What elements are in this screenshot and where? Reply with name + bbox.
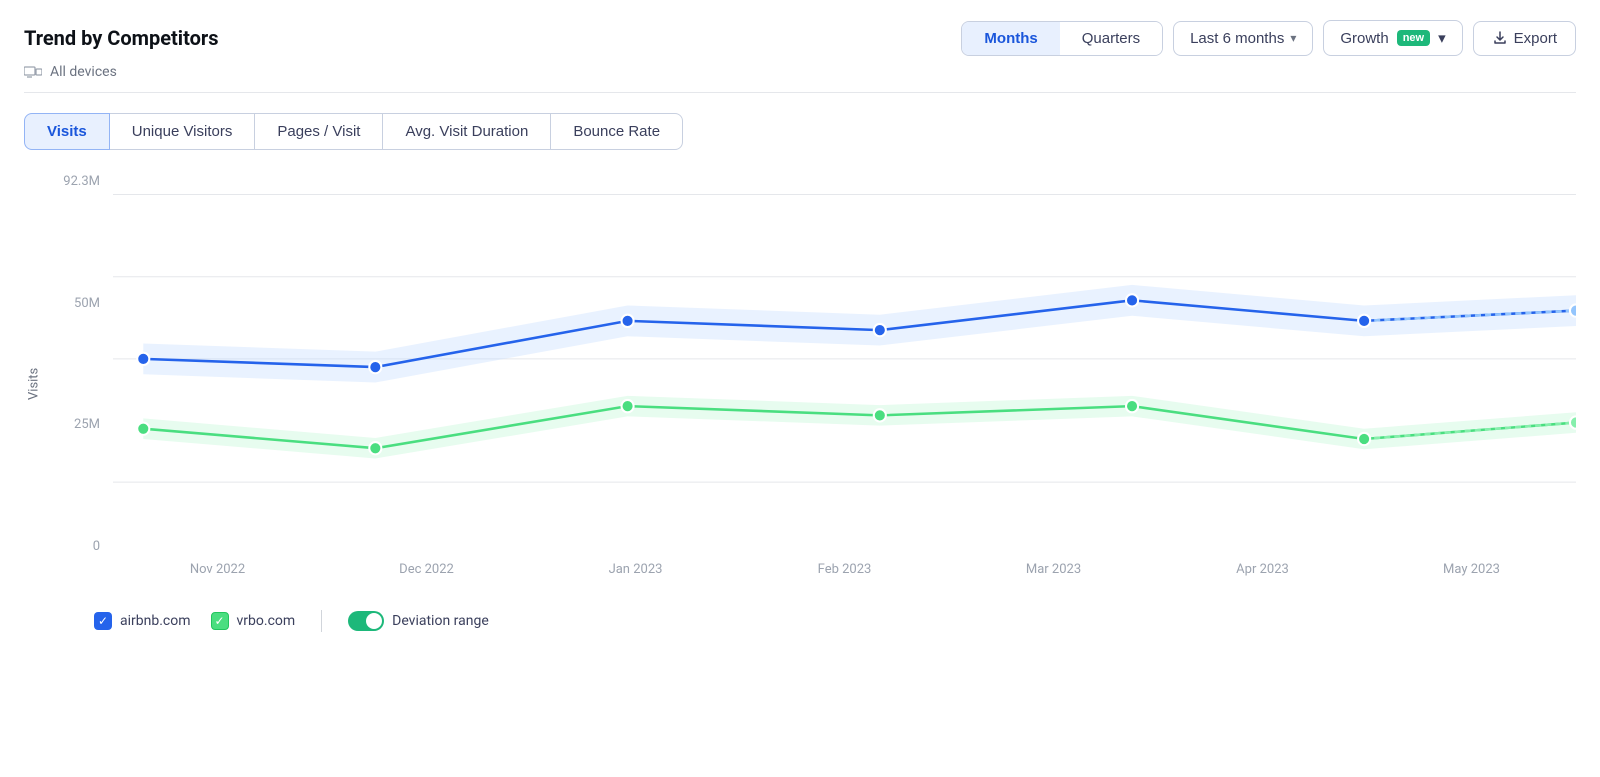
legend-divider [321, 610, 322, 632]
last-months-dropdown[interactable]: Last 6 months ▾ [1173, 21, 1313, 56]
vrbo-checkbox[interactable]: ✓ [211, 612, 229, 630]
y-label-25: 25M [48, 417, 108, 432]
legend-airbnb: ✓ airbnb.com [94, 612, 191, 630]
tab-visits[interactable]: Visits [24, 113, 110, 150]
deviation-label: Deviation range [392, 613, 489, 629]
subtitle-row: All devices [24, 64, 1576, 80]
export-button[interactable]: Export [1473, 21, 1576, 56]
toggle-knob [366, 613, 382, 629]
airbnb-label: airbnb.com [120, 613, 191, 629]
chevron-down-icon: ▾ [1290, 31, 1296, 45]
quarters-button[interactable]: Quarters [1060, 22, 1162, 55]
vrbo-label: vrbo.com [237, 613, 296, 629]
y-axis-labels: 92.3M 50M 25M 0 [48, 174, 108, 554]
header-controls: Months Quarters Last 6 months ▾ Growth n… [961, 20, 1576, 56]
x-label-jan: Jan 2023 [576, 562, 696, 577]
chart-plot [113, 174, 1576, 554]
x-label-dec: Dec 2022 [367, 562, 487, 577]
tab-avg-visit-duration[interactable]: Avg. Visit Duration [382, 113, 551, 150]
y-label-50: 50M [48, 296, 108, 311]
devices-icon [24, 65, 42, 79]
legend-vrbo: ✓ vrbo.com [211, 612, 296, 630]
page-header: Trend by Competitors Months Quarters Las… [24, 20, 1576, 56]
tab-pages-per-visit[interactable]: Pages / Visit [254, 113, 383, 150]
months-button[interactable]: Months [962, 22, 1059, 55]
y-label-0: 0 [48, 539, 108, 554]
period-toggle: Months Quarters [961, 21, 1163, 56]
page-title: Trend by Competitors [24, 26, 219, 50]
new-badge: new [1397, 30, 1430, 46]
x-label-mar: Mar 2023 [994, 562, 1114, 577]
metric-tabs: Visits Unique Visitors Pages / Visit Avg… [24, 113, 1576, 150]
header-divider [24, 92, 1576, 93]
all-devices-label: All devices [50, 64, 117, 80]
export-icon [1492, 30, 1508, 46]
y-label-92: 92.3M [48, 174, 108, 189]
tab-bounce-rate[interactable]: Bounce Rate [550, 113, 683, 150]
chart-area: Visits 92.3M 50M 25M 0 [24, 174, 1576, 594]
chart-inner: 92.3M 50M 25M 0 [48, 174, 1576, 594]
y-axis-label: Visits [24, 174, 44, 594]
x-label-nov: Nov 2022 [158, 562, 278, 577]
deviation-toggle[interactable] [348, 611, 384, 631]
x-label-feb: Feb 2023 [785, 562, 905, 577]
chevron-down-icon: ▾ [1438, 29, 1446, 47]
x-label-may: May 2023 [1412, 562, 1532, 577]
tab-unique-visitors[interactable]: Unique Visitors [109, 113, 256, 150]
legend-deviation: Deviation range [348, 611, 489, 631]
airbnb-checkbox[interactable]: ✓ [94, 612, 112, 630]
x-axis-labels: Nov 2022 Dec 2022 Jan 2023 Feb 2023 Mar … [113, 554, 1576, 594]
growth-dropdown[interactable]: Growth new ▾ [1323, 20, 1462, 56]
line-chart-svg [113, 174, 1576, 554]
x-label-apr: Apr 2023 [1203, 562, 1323, 577]
chart-legend: ✓ airbnb.com ✓ vrbo.com Deviation range [24, 610, 1576, 632]
